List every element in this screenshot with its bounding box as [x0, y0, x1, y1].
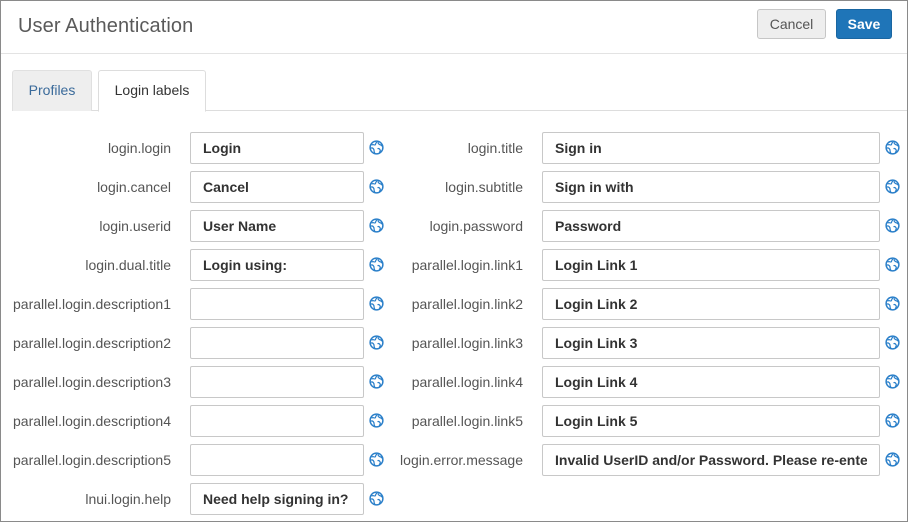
input-parallel-login-link3[interactable] [542, 327, 880, 359]
label-login-error-message: login.error.message [400, 452, 523, 468]
label-parallel-login-link2: parallel.login.link2 [411, 296, 523, 312]
globe-icon[interactable] [885, 335, 900, 350]
input-parallel-login-description3[interactable] [190, 366, 364, 398]
input-login-cancel[interactable] [190, 171, 364, 203]
tab-profiles[interactable]: Profiles [12, 70, 92, 111]
label-parallel-login-description5: parallel.login.description5 [13, 452, 171, 468]
input-login-password[interactable] [542, 210, 880, 242]
cancel-button[interactable]: Cancel [757, 9, 826, 39]
input-login-title[interactable] [542, 132, 880, 164]
globe-icon[interactable] [369, 491, 384, 506]
globe-icon[interactable] [885, 296, 900, 311]
input-parallel-login-description5[interactable] [190, 444, 364, 476]
globe-icon[interactable] [885, 452, 900, 467]
label-login-cancel: login.cancel [97, 179, 171, 195]
input-login-dual-title[interactable] [190, 249, 364, 281]
globe-icon[interactable] [885, 218, 900, 233]
input-parallel-login-description4[interactable] [190, 405, 364, 437]
label-login-password: login.password [429, 218, 523, 234]
input-login-login[interactable] [190, 132, 364, 164]
label-parallel-login-description4: parallel.login.description4 [13, 413, 171, 429]
label-parallel-login-link4: parallel.login.link4 [411, 374, 523, 390]
input-parallel-login-description1[interactable] [190, 288, 364, 320]
label-parallel-login-description3: parallel.login.description3 [13, 374, 171, 390]
input-login-userid[interactable] [190, 210, 364, 242]
input-parallel-login-link5[interactable] [542, 405, 880, 437]
label-login-login: login.login [107, 140, 171, 156]
input-parallel-login-description2[interactable] [190, 327, 364, 359]
input-parallel-login-link2[interactable] [542, 288, 880, 320]
input-parallel-login-link1[interactable] [542, 249, 880, 281]
globe-icon[interactable] [885, 140, 900, 155]
page-header: User Authentication Cancel Save [1, 1, 907, 54]
globe-icon[interactable] [885, 413, 900, 428]
input-parallel-login-link4[interactable] [542, 366, 880, 398]
user-authentication-panel: User Authentication Cancel Save Profiles… [0, 0, 908, 522]
globe-icon[interactable] [885, 179, 900, 194]
input-login-error-message[interactable] [542, 444, 880, 476]
label-parallel-login-link5: parallel.login.link5 [411, 413, 523, 429]
label-parallel-login-link3: parallel.login.link3 [411, 335, 523, 351]
label-parallel-login-description2: parallel.login.description2 [13, 335, 171, 351]
tab-bar: Profiles Login labels [1, 53, 907, 112]
label-parallel-login-description1: parallel.login.description1 [13, 296, 171, 312]
input-login-subtitle[interactable] [542, 171, 880, 203]
label-parallel-login-link1: parallel.login.link1 [411, 257, 523, 273]
label-login-userid: login.userid [99, 218, 171, 234]
label-login-dual-title: login.dual.title [85, 257, 171, 273]
label-lnui-login-help: lnui.login.help [85, 491, 171, 507]
page-title: User Authentication [18, 15, 194, 37]
tab-login-labels[interactable]: Login labels [98, 70, 206, 112]
label-login-subtitle: login.subtitle [445, 179, 523, 195]
globe-icon[interactable] [885, 374, 900, 389]
globe-icon[interactable] [885, 257, 900, 272]
save-button[interactable]: Save [836, 9, 892, 39]
label-login-title: login.title [467, 140, 523, 156]
input-lnui-login-help[interactable] [190, 483, 364, 515]
